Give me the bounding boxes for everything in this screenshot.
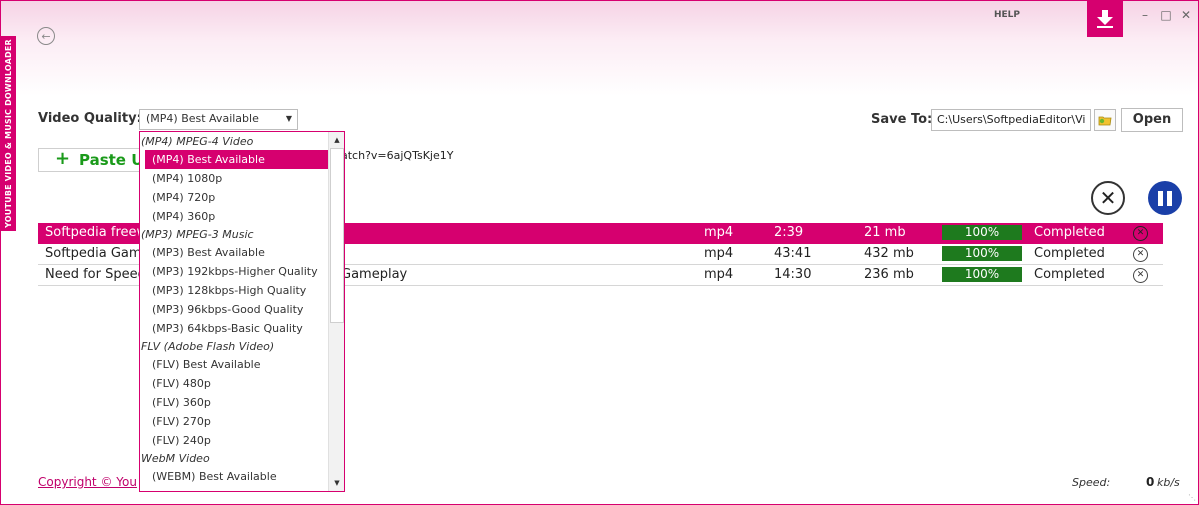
dropdown-option[interactable]: (WEBM) Best Available (140, 467, 328, 486)
help-link[interactable]: HELP (994, 10, 1020, 20)
download-progress: 100% (942, 225, 1022, 240)
download-progress: 100% (942, 267, 1022, 282)
dropdown-option[interactable]: (FLV) 240p (140, 431, 328, 450)
pause-all-icon[interactable] (1148, 181, 1182, 215)
scroll-down-icon[interactable]: ▼ (329, 475, 344, 491)
download-status: Completed (1034, 225, 1105, 240)
download-duration: 2:39 (774, 225, 804, 240)
download-duration: 14:30 (774, 267, 812, 282)
app-window: YOUTUBE VIDEO & MUSIC DOWNLOADER ← HELP … (0, 0, 1199, 505)
download-progress: 100% (942, 246, 1022, 261)
dropdown-option[interactable]: (MP4) 720p (140, 188, 328, 207)
download-status: Completed (1034, 246, 1105, 261)
dropdown-option[interactable]: (MP3) 128kbps-High Quality (140, 281, 328, 300)
download-duration: 43:41 (774, 246, 812, 261)
dropdown-group-header: FLV (Adobe Flash Video) (141, 340, 275, 353)
dropdown-option[interactable]: (WEBM) 1080p (140, 486, 328, 491)
video-quality-value: (MP4) Best Available (146, 112, 259, 125)
maximize-icon[interactable]: □ (1159, 8, 1173, 22)
speed-label: Speed: (1072, 476, 1111, 489)
close-icon[interactable]: ✕ (1179, 8, 1193, 22)
save-to-label: Save To: (871, 112, 933, 127)
scroll-thumb[interactable] (330, 148, 344, 323)
dropdown-option[interactable]: (FLV) 360p (140, 393, 328, 412)
open-button[interactable]: Open (1121, 108, 1183, 132)
download-format: mp4 (704, 267, 734, 282)
download-format: mp4 (704, 225, 734, 240)
side-title-tab: YOUTUBE VIDEO & MUSIC DOWNLOADER (1, 36, 16, 231)
plus-icon: + (55, 148, 71, 169)
dropdown-option[interactable]: (FLV) 480p (140, 374, 328, 393)
remove-item-icon[interactable]: ✕ (1133, 226, 1148, 241)
dropdown-option[interactable]: (FLV) Best Available (140, 355, 328, 374)
download-size: 432 mb (864, 246, 914, 261)
download-size: 21 mb (864, 225, 906, 240)
browse-folder-icon[interactable] (1094, 109, 1116, 131)
copyright-link[interactable]: Copyright © You (38, 475, 137, 489)
dropdown-group-header: (MP3) MPEG-3 Music (141, 228, 254, 241)
dropdown-option[interactable]: (MP3) 64kbps-Basic Quality (140, 319, 328, 338)
dropdown-option[interactable]: (MP3) Best Available (140, 243, 328, 262)
save-path-field[interactable]: C:\Users\SoftpediaEditor\Vi (931, 109, 1091, 131)
dropdown-option[interactable]: (MP3) 96kbps-Good Quality (140, 300, 328, 319)
pasted-url-text: atch?v=6ajQTsKje1Y (341, 149, 454, 162)
download-size: 236 mb (864, 267, 914, 282)
dropdown-scrollbar[interactable]: ▲ ▼ (328, 132, 344, 491)
download-title: Need for Speed (45, 267, 146, 282)
download-title: Softpedia Game (45, 246, 150, 261)
back-arrow-icon[interactable]: ← (37, 27, 55, 45)
minimize-icon[interactable]: – (1138, 8, 1152, 22)
download-format: mp4 (704, 246, 734, 261)
video-quality-label: Video Quality: (38, 111, 142, 126)
chevron-down-icon: ▼ (285, 114, 292, 123)
side-title-text: YOUTUBE VIDEO & MUSIC DOWNLOADER (4, 39, 14, 228)
quality-dropdown-list: (MP4) MPEG-4 Video (MP4) Best Available (M… (139, 131, 345, 492)
speed-value: 0 (1146, 475, 1155, 489)
paste-url-button[interactable]: + Paste U (38, 148, 148, 172)
dropdown-group-header: WebM Video (141, 452, 210, 465)
paste-url-label: Paste U (79, 151, 144, 169)
scroll-up-icon[interactable]: ▲ (329, 132, 344, 148)
download-title-tail: Gameplay (341, 267, 408, 282)
speed-unit: kb/s (1157, 476, 1180, 489)
video-quality-select[interactable]: (MP4) Best Available ▼ (139, 109, 298, 130)
resize-grip-icon[interactable]: ⋱ (1188, 493, 1196, 502)
remove-item-icon[interactable]: ✕ (1133, 247, 1148, 262)
cancel-all-icon[interactable]: ✕ (1091, 181, 1125, 215)
dropdown-group-header: (MP4) MPEG-4 Video (141, 135, 254, 148)
dropdown-option[interactable]: (MP3) 192kbps-Higher Quality (140, 262, 328, 281)
dropdown-option[interactable]: (FLV) 270p (140, 412, 328, 431)
dropdown-option[interactable]: (MP4) 1080p (140, 169, 328, 188)
remove-item-icon[interactable]: ✕ (1133, 268, 1148, 283)
dropdown-option[interactable]: (MP4) Best Available (145, 150, 328, 169)
download-logo-icon (1087, 1, 1123, 37)
download-status: Completed (1034, 267, 1105, 282)
dropdown-option[interactable]: (MP4) 360p (140, 207, 328, 226)
